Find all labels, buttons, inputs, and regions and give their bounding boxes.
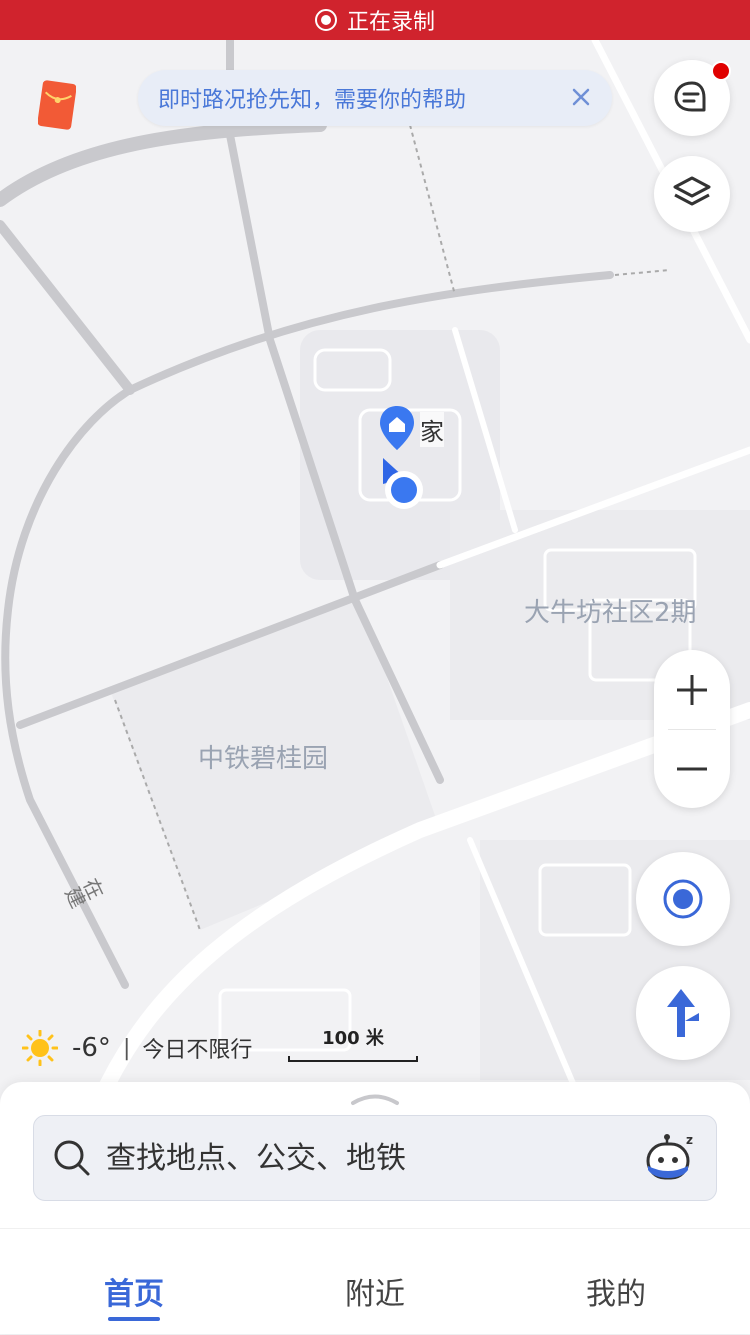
- route-button[interactable]: [636, 966, 730, 1060]
- drag-handle-icon[interactable]: [350, 1092, 400, 1106]
- record-icon: [314, 9, 337, 31]
- map-view[interactable]: 家 大牛坊社区2期 中铁碧桂园 在建: [0, 40, 750, 1100]
- zoom-control: [654, 650, 730, 808]
- voice-assistant-icon[interactable]: z: [642, 1130, 698, 1186]
- temperature: -6°: [72, 1033, 111, 1063]
- residential-label[interactable]: 中铁碧桂园: [198, 738, 328, 775]
- route-arrow-icon: [667, 989, 699, 1037]
- recording-label: 正在录制: [346, 10, 435, 35]
- scale-bar: [288, 1056, 418, 1062]
- banner-text: 即时路况抢先知，需要你的帮助: [158, 88, 467, 113]
- home-label[interactable]: 家: [420, 412, 444, 447]
- traffic-restriction: 今日不限行: [142, 1038, 253, 1063]
- locate-icon: [663, 879, 703, 919]
- traffic-banner[interactable]: 即时路况抢先知，需要你的帮助: [138, 70, 612, 126]
- community-label[interactable]: 大牛坊社区2期: [524, 592, 697, 629]
- current-location-icon: [391, 477, 417, 503]
- red-packet-icon[interactable]: [38, 80, 76, 130]
- search-icon: [54, 1140, 90, 1176]
- tab-mine[interactable]: 我的: [556, 1269, 676, 1313]
- notification-dot: [711, 61, 731, 81]
- zoom-out-button[interactable]: [654, 729, 730, 808]
- bottom-tab-bar: 首页 附近 我的: [0, 1228, 750, 1335]
- layers-button[interactable]: [654, 156, 730, 232]
- search-input[interactable]: [104, 1139, 642, 1177]
- plus-icon: [677, 674, 707, 705]
- map-scale: 100 米: [288, 1024, 418, 1062]
- minus-icon: [677, 767, 707, 770]
- search-bar[interactable]: z: [33, 1115, 717, 1201]
- layers-icon: [673, 176, 711, 206]
- scale-label: 100 米: [322, 1028, 384, 1049]
- close-icon[interactable]: [566, 82, 596, 112]
- chat-icon: [674, 81, 706, 112]
- recording-status-bar: 正在录制: [0, 0, 750, 40]
- zoom-in-button[interactable]: [654, 650, 730, 729]
- locate-button[interactable]: [636, 852, 730, 946]
- bottom-sheet: z 首页 附近 我的: [0, 1082, 750, 1334]
- tab-home[interactable]: 首页: [74, 1269, 194, 1313]
- weather-widget[interactable]: -6° | 今日不限行: [22, 1030, 252, 1066]
- svg-text:z: z: [686, 1133, 693, 1147]
- active-tab-indicator: [108, 1317, 160, 1321]
- map-canvas: [0, 40, 750, 1100]
- weather-separator: |: [122, 1035, 131, 1061]
- tab-nearby[interactable]: 附近: [315, 1269, 435, 1313]
- sun-icon: [22, 1030, 58, 1066]
